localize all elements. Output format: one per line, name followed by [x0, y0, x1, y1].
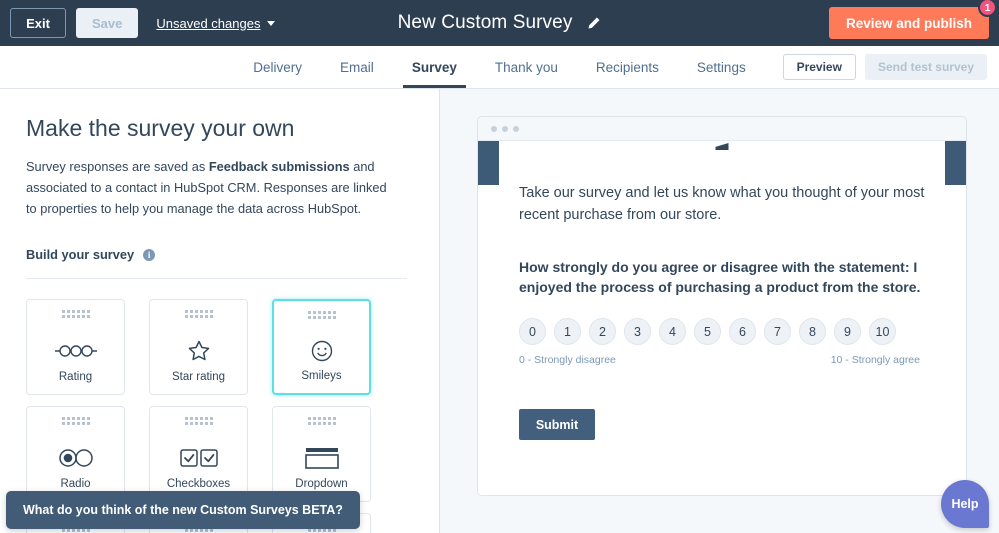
drag-handle-icon[interactable] — [62, 417, 90, 425]
review-and-publish-button[interactable]: Review and publish — [829, 7, 989, 39]
save-button[interactable]: Save — [76, 8, 138, 38]
survey-preview-panel: Take our survey and let us know what you… — [440, 89, 999, 533]
tab-settings[interactable]: Settings — [678, 46, 765, 88]
smiley-icon — [310, 331, 334, 370]
panel-heading: Make the survey your own — [26, 115, 407, 142]
preview-button[interactable]: Preview — [783, 54, 856, 80]
description-bold: Feedback submissions — [209, 159, 350, 174]
drag-handle-icon[interactable] — [308, 417, 336, 425]
help-button[interactable]: Help — [941, 480, 989, 528]
scale-option-1[interactable]: 1 — [554, 318, 581, 345]
feedback-prompt-tooltip[interactable]: What do you think of the new Custom Surv… — [6, 491, 360, 529]
drag-handle-icon[interactable] — [62, 310, 90, 318]
topbar-actions: Review and publish 1 — [829, 7, 989, 39]
preview-band-right — [945, 141, 966, 185]
scale-option-8[interactable]: 8 — [799, 318, 826, 345]
tab-delivery[interactable]: Delivery — [234, 46, 321, 88]
scale-endpoint-labels: 0 - Strongly disagree 10 - Strongly agre… — [519, 354, 926, 366]
tab-email[interactable]: Email — [321, 46, 393, 88]
element-card-label: Star rating — [172, 371, 225, 394]
preview-band-left — [478, 141, 499, 185]
element-card-radio[interactable]: Radio — [26, 406, 125, 502]
browser-mock: Take our survey and let us know what you… — [477, 116, 967, 496]
drag-handle-icon[interactable] — [308, 311, 336, 319]
dropdown-icon — [305, 437, 339, 478]
drag-handle-icon[interactable] — [185, 310, 213, 318]
notification-badge[interactable]: 1 — [978, 0, 997, 17]
rating-dots-icon — [54, 330, 98, 371]
window-dot-icon — [491, 126, 497, 132]
send-test-survey-button[interactable]: Send test survey — [865, 54, 987, 80]
survey-question-text: How strongly do you agree or disagree wi… — [519, 257, 926, 298]
pencil-icon[interactable] — [586, 16, 601, 31]
build-survey-label: Build your survey — [26, 247, 134, 262]
info-icon[interactable]: i — [143, 249, 155, 261]
element-card-smileys[interactable]: Smileys — [272, 299, 371, 395]
scale-option-4[interactable]: 4 — [659, 318, 686, 345]
description-part-1: Survey responses are saved as — [26, 159, 209, 174]
survey-preview-body: Take our survey and let us know what you… — [478, 141, 966, 495]
element-card-star-rating[interactable]: Star rating — [149, 299, 248, 395]
survey-intro-text: Take our survey and let us know what you… — [519, 183, 926, 227]
survey-content: Take our survey and let us know what you… — [478, 141, 966, 440]
unsaved-changes-label: Unsaved changes — [156, 16, 260, 31]
panel-description: Survey responses are saved as Feedback s… — [26, 156, 396, 219]
section-divider — [26, 278, 407, 279]
scale-low-label: 0 - Strongly disagree — [519, 354, 616, 366]
window-dot-icon — [502, 126, 508, 132]
tab-list: Delivery Email Survey Thank you Recipien… — [234, 46, 764, 88]
element-card-rating[interactable]: Rating — [26, 299, 125, 395]
scale-option-2[interactable]: 2 — [589, 318, 616, 345]
drag-handle-icon[interactable] — [185, 417, 213, 425]
chevron-down-icon — [267, 21, 275, 26]
page-title: New Custom Survey — [398, 12, 573, 34]
tab-bar: Delivery Email Survey Thank you Recipien… — [0, 46, 999, 89]
submit-button[interactable]: Submit — [519, 409, 595, 440]
unsaved-changes-dropdown[interactable]: Unsaved changes — [156, 16, 275, 31]
tab-recipients[interactable]: Recipients — [577, 46, 678, 88]
scale-option-0[interactable]: 0 — [519, 318, 546, 345]
exit-button[interactable]: Exit — [10, 8, 66, 38]
scale-high-label: 10 - Strongly agree — [831, 354, 920, 366]
element-card-checkboxes[interactable]: Checkboxes — [149, 406, 248, 502]
tab-thank-you[interactable]: Thank you — [476, 46, 577, 88]
checkbox-icon — [180, 437, 218, 478]
survey-builder-panel: Make the survey your own Survey response… — [0, 89, 440, 533]
element-card-dropdown[interactable]: Dropdown — [272, 406, 371, 502]
top-bar: Exit Save Unsaved changes New Custom Sur… — [0, 0, 999, 46]
scale-option-9[interactable]: 9 — [834, 318, 861, 345]
star-icon — [187, 330, 211, 371]
rating-scale: 0 1 2 3 4 5 6 7 8 9 10 — [519, 318, 926, 345]
scale-option-7[interactable]: 7 — [764, 318, 791, 345]
element-card-label: Rating — [59, 371, 92, 394]
scale-option-3[interactable]: 3 — [624, 318, 651, 345]
scale-option-6[interactable]: 6 — [729, 318, 756, 345]
tabbar-actions: Preview Send test survey — [783, 54, 987, 80]
build-survey-header: Build your survey i — [26, 247, 407, 262]
browser-chrome-bar — [478, 117, 966, 141]
tab-survey[interactable]: Survey — [393, 46, 476, 88]
scale-option-10[interactable]: 10 — [869, 318, 896, 345]
scale-option-5[interactable]: 5 — [694, 318, 721, 345]
main-content: Make the survey your own Survey response… — [0, 89, 999, 533]
radio-icon — [58, 437, 94, 478]
window-dot-icon — [513, 126, 519, 132]
element-card-label: Smileys — [301, 370, 341, 393]
